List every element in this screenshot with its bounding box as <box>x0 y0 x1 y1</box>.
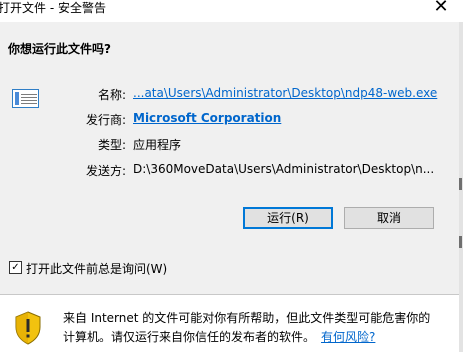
always-ask-label[interactable]: 打开此文件前总是询问(W) <box>26 260 167 277</box>
from-row: 发送方: D:\360MoveData\Users\Administrator\… <box>0 162 463 180</box>
edge-mark <box>459 236 462 248</box>
warning-text-line2: 计算机。请仅运行来自你信任的发布者的软件。 <box>63 330 316 344</box>
security-warning-shield-icon <box>15 311 41 345</box>
warning-text-line1: 来自 Internet 的文件可能对你有所帮助，但此文件类型可能危害你的 <box>63 311 431 325</box>
close-icon[interactable]: ✕ <box>431 0 451 18</box>
file-name-row: 名称: ...ata\Users\Administrator\Desktop\n… <box>0 86 463 104</box>
file-name-label: 名称: <box>97 88 126 102</box>
publisher-label: 发行商: <box>85 113 126 127</box>
publisher-row: 发行商: Microsoft Corporation <box>0 111 463 129</box>
always-ask-checkbox[interactable]: ✓ <box>9 261 22 274</box>
from-value: D:\360MoveData\Users\Administrator\Deskt… <box>133 162 435 176</box>
publisher-link[interactable]: Microsoft Corporation <box>133 111 281 125</box>
type-row: 类型: 应用程序 <box>0 136 463 154</box>
file-name-link[interactable]: ...ata\Users\Administrator\Desktop\ndp48… <box>133 86 437 100</box>
type-value: 应用程序 <box>133 138 182 152</box>
background-window-edge <box>459 22 463 352</box>
window-title: 打开文件 - 安全警告 <box>0 1 106 15</box>
cancel-button[interactable]: 取消 <box>344 207 434 229</box>
type-label: 类型: <box>97 138 126 152</box>
from-label: 发送方: <box>85 164 126 178</box>
run-button[interactable]: 运行(R) <box>243 207 333 229</box>
dialog-question: 你想运行此文件吗? <box>8 42 111 56</box>
warning-footer: 来自 Internet 的文件可能对你有所帮助，但此文件类型可能危害你的 计算机… <box>0 295 459 352</box>
risk-link[interactable]: 有何风险? <box>321 330 375 344</box>
security-warning-dialog: 打开文件 - 安全警告 ✕ 你想运行此文件吗? 名称: ...ata\Users… <box>0 0 463 352</box>
title-bar: 打开文件 - 安全警告 ✕ <box>0 0 463 22</box>
warning-message: 来自 Internet 的文件可能对你有所帮助，但此文件类型可能危害你的 计算机… <box>63 309 443 347</box>
